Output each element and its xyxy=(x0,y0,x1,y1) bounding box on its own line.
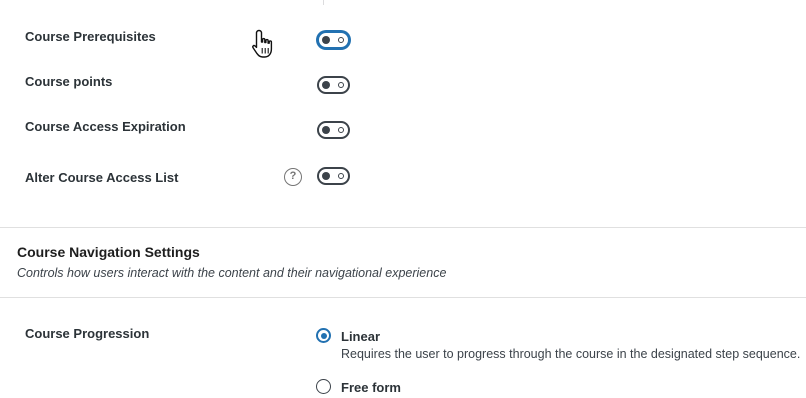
alter-course-access-list-toggle[interactable] xyxy=(317,167,350,185)
free-form-radio[interactable] xyxy=(316,379,331,394)
course-points-toggle[interactable] xyxy=(317,76,350,94)
course-access-expiration-label: Course Access Expiration xyxy=(25,119,186,134)
toggle-knob xyxy=(322,172,330,180)
free-form-radio-label[interactable]: Free form xyxy=(341,380,401,395)
linear-description: Requires the user to progress through th… xyxy=(341,347,801,361)
navigation-settings-title: Course Navigation Settings xyxy=(17,244,200,260)
toggle-knob xyxy=(322,126,330,134)
hand-pointer-icon xyxy=(252,29,273,58)
course-access-expiration-toggle[interactable] xyxy=(317,121,350,139)
linear-radio[interactable] xyxy=(316,328,331,343)
course-prerequisites-toggle[interactable] xyxy=(317,31,350,49)
toggle-knob xyxy=(322,36,330,44)
alter-course-access-list-label: Alter Course Access List xyxy=(25,170,179,185)
course-progression-label: Course Progression xyxy=(25,326,150,341)
course-points-label: Course points xyxy=(25,74,113,89)
linear-radio-label[interactable]: Linear xyxy=(341,329,380,344)
course-prerequisites-label: Course Prerequisites xyxy=(25,29,156,44)
column-divider-tick xyxy=(323,0,324,5)
toggle-knob xyxy=(322,81,330,89)
toggle-off-indicator xyxy=(338,173,344,179)
navigation-settings-description: Controls how users interact with the con… xyxy=(17,266,447,280)
toggle-off-indicator xyxy=(338,37,344,43)
section-divider xyxy=(0,297,806,298)
toggle-off-indicator xyxy=(338,127,344,133)
help-icon[interactable]: ? xyxy=(284,168,302,186)
section-divider xyxy=(0,227,806,228)
toggle-off-indicator xyxy=(338,82,344,88)
